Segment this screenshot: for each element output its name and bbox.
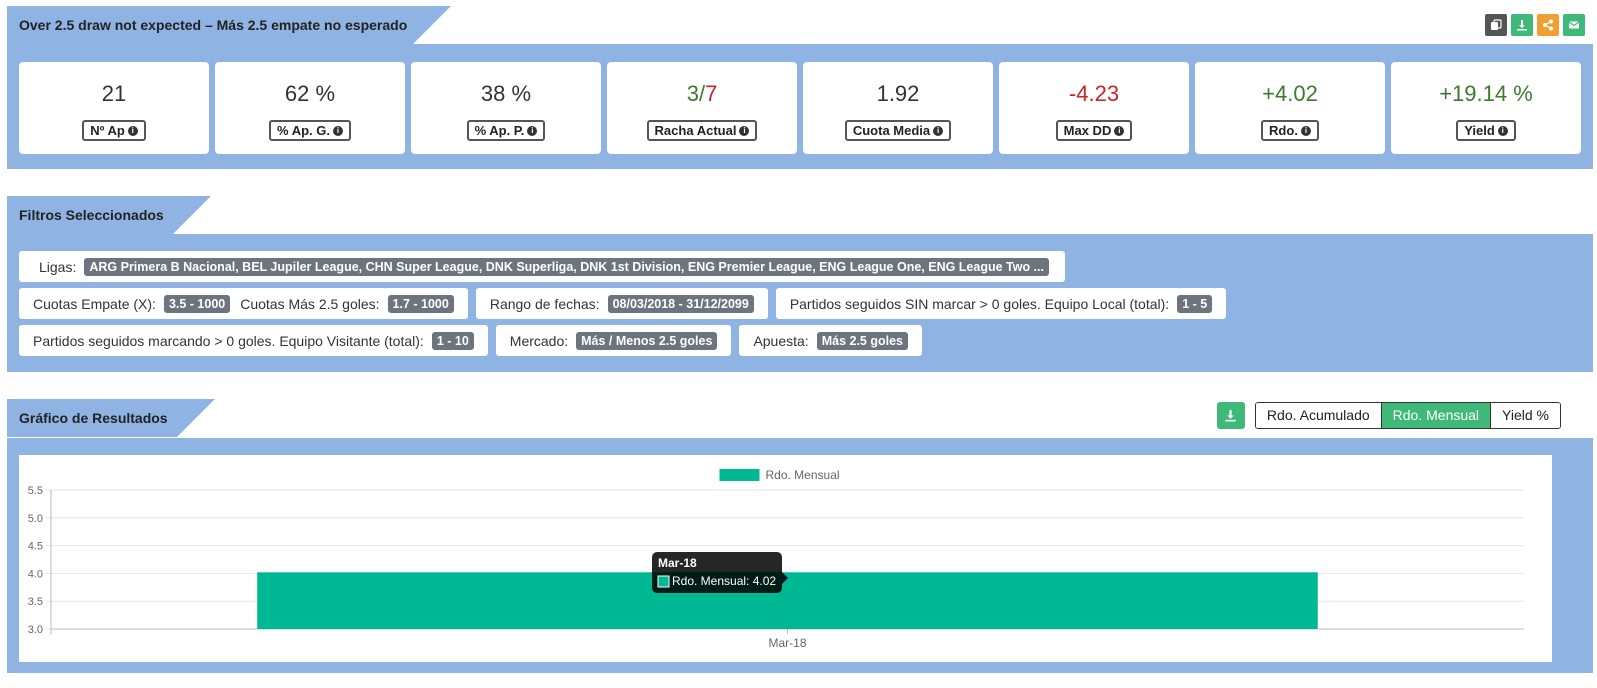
stat-value: 38 % — [480, 81, 532, 106]
filter-badge: Más 2.5 goles — [816, 331, 908, 350]
filter-badge: ARG Primera B Nacional, BEL Jupiler Leag… — [84, 257, 1049, 276]
stat-value: +19.14 % — [1439, 81, 1533, 106]
y-tick-label: 4.0 — [28, 568, 43, 580]
stat-value: 21 — [101, 81, 127, 106]
chart-bar — [257, 572, 1318, 629]
y-tick-label: 3.5 — [28, 596, 43, 608]
filter-label: Ligas: — [39, 258, 77, 275]
filter-label: Mercado: — [509, 332, 569, 349]
stat-card-cuota-media: 1.92 Cuota Media i — [803, 62, 993, 154]
info-icon: i — [739, 125, 750, 136]
legend-swatch — [719, 469, 760, 481]
y-tick-label: 5.0 — [28, 513, 43, 525]
tooltip-swatch — [657, 575, 670, 588]
download-icon — [1225, 410, 1237, 422]
stat-label-button[interactable]: % Ap. P. i — [466, 120, 546, 141]
filter-row-2: Cuotas Empate (X): 3.5 - 1000 Cuotas Más… — [19, 288, 1227, 319]
envelope-icon — [1568, 21, 1580, 29]
results-title: Gráfico de Resultados — [19, 410, 168, 426]
stat-label-button[interactable]: Cuota Media i — [844, 120, 952, 141]
stat-card-pct-ap-g: 62 % % Ap. G. i — [215, 62, 405, 154]
tooltip-title: Mar-18 — [658, 556, 697, 570]
filter-partidos-local: Partidos seguidos SIN marcar > 0 goles. … — [775, 288, 1227, 319]
filter-badge: 1 - 5 — [1177, 294, 1213, 313]
chart-view-tabs: Rdo. Acumulado Rdo. Mensual Yield % — [1254, 402, 1561, 429]
strategy-title-tab: Over 2.5 draw not expected – Más 2.5 emp… — [7, 6, 451, 44]
stat-label-button[interactable]: % Ap. G. i — [269, 120, 351, 141]
chart-controls: Rdo. Acumulado Rdo. Mensual Yield % — [1216, 402, 1561, 429]
filter-label: Apuesta: — [753, 332, 809, 349]
filter-label: Partidos seguidos marcando > 0 goles. Eq… — [33, 332, 424, 349]
filter-cuotas: Cuotas Empate (X): 3.5 - 1000 Cuotas Más… — [19, 288, 468, 319]
stat-value: -4.23 — [1068, 81, 1120, 106]
y-tick-label: 3.0 — [28, 624, 43, 636]
share-button[interactable] — [1537, 14, 1559, 36]
stats-row: 21 Nº Ap i 62 % % Ap. G. i 38 % % Ap. P. i … — [19, 62, 1581, 154]
strategy-title: Over 2.5 draw not expected – Más 2.5 emp… — [19, 17, 408, 33]
info-icon: i — [127, 125, 138, 136]
tooltip-text: Rdo. Mensual: 4.02 — [672, 574, 776, 588]
chart-download-button[interactable] — [1216, 402, 1245, 429]
tab-rdo-mensual[interactable]: Rdo. Mensual — [1381, 403, 1492, 428]
stat-label-button[interactable]: Rdo. i — [1261, 120, 1319, 141]
copy-icon — [1491, 19, 1502, 30]
filter-row-3: Partidos seguidos marcando > 0 goles. Eq… — [19, 325, 922, 356]
info-icon: i — [1497, 125, 1508, 136]
info-icon: i — [1114, 125, 1125, 136]
download-button[interactable] — [1511, 14, 1533, 36]
stat-card-yield: +19.14 % Yield i — [1391, 62, 1581, 154]
racha-win: 3 — [686, 81, 699, 106]
stat-label-button[interactable]: Yield i — [1456, 120, 1516, 141]
share-icon — [1543, 19, 1553, 31]
filter-rango: Rango de fechas: 08/03/2018 - 31/12/2099 — [475, 288, 768, 319]
stat-value: +4.02 — [1262, 81, 1318, 106]
filter-ligas: Ligas: ARG Primera B Nacional, BEL Jupil… — [19, 251, 1065, 282]
copy-button[interactable] — [1485, 14, 1507, 36]
filter-row-ligas: Ligas: ARG Primera B Nacional, BEL Jupil… — [19, 251, 1065, 282]
stat-value: 3/7 — [687, 80, 718, 108]
filter-label: Partidos seguidos SIN marcar > 0 goles. … — [789, 295, 1170, 312]
info-icon: i — [933, 125, 944, 136]
filter-partidos-visitante: Partidos seguidos marcando > 0 goles. Eq… — [19, 325, 488, 356]
stat-label-button[interactable]: Max DD i — [1055, 120, 1133, 141]
filter-label: Rango de fechas: — [489, 295, 600, 312]
stat-card-rdo: +4.02 Rdo. i — [1195, 62, 1385, 154]
info-icon: i — [332, 125, 343, 136]
filters-title-tab: Filtros Seleccionados — [7, 196, 211, 234]
download-icon — [1517, 20, 1527, 31]
stat-value: 1.92 — [876, 81, 920, 106]
header-actions — [1485, 14, 1585, 36]
results-chart: 5.5 5.0 4.5 4.0 3.5 3.0 Mar-18 Rdo. Mensual Mar-… — [19, 455, 1552, 662]
filter-badge: 1.7 - 1000 — [387, 294, 454, 313]
info-icon: i — [1300, 125, 1311, 136]
stat-card-num-ap: 21 Nº Ap i — [19, 62, 209, 154]
filter-badge: 1 - 10 — [431, 331, 474, 350]
stat-label-button[interactable]: Racha Actual i — [646, 120, 758, 141]
results-title-tab: Gráfico de Resultados — [7, 399, 215, 437]
stat-label-button[interactable]: Nº Ap i — [82, 120, 146, 141]
filter-badge: 3.5 - 1000 — [163, 294, 231, 313]
y-tick-label: 4.5 — [28, 541, 43, 553]
stat-card-racha-actual: 3/7 Racha Actual i — [607, 62, 797, 154]
tab-rdo-acumulado[interactable]: Rdo. Acumulado — [1255, 403, 1382, 428]
filter-mercado: Mercado: Más / Menos 2.5 goles — [495, 325, 732, 356]
racha-loss: 7 — [705, 81, 718, 106]
filter-label: Cuotas Más 2.5 goles: — [240, 295, 380, 312]
filter-badge: 08/03/2018 - 31/12/2099 — [607, 294, 754, 313]
info-icon: i — [527, 125, 538, 136]
stat-card-max-dd: -4.23 Max DD i — [999, 62, 1189, 154]
filter-apuesta: Apuesta: Más 2.5 goles — [739, 325, 922, 356]
y-tick-label: 5.5 — [28, 485, 43, 497]
email-button[interactable] — [1563, 14, 1585, 36]
x-tick-label: Mar-18 — [768, 636, 806, 650]
stat-value: 62 % — [284, 81, 336, 106]
filters-title: Filtros Seleccionados — [19, 207, 164, 223]
stat-card-pct-ap-p: 38 % % Ap. P. i — [411, 62, 601, 154]
filter-label: Cuotas Empate (X): — [33, 295, 156, 312]
filter-badge: Más / Menos 2.5 goles — [576, 331, 718, 350]
bar-chart: 5.5 5.0 4.5 4.0 3.5 3.0 Mar-18 Rdo. Mensual Mar-… — [28, 468, 1524, 650]
tab-yield[interactable]: Yield % — [1491, 403, 1560, 428]
legend-label: Rdo. Mensual — [766, 468, 840, 482]
